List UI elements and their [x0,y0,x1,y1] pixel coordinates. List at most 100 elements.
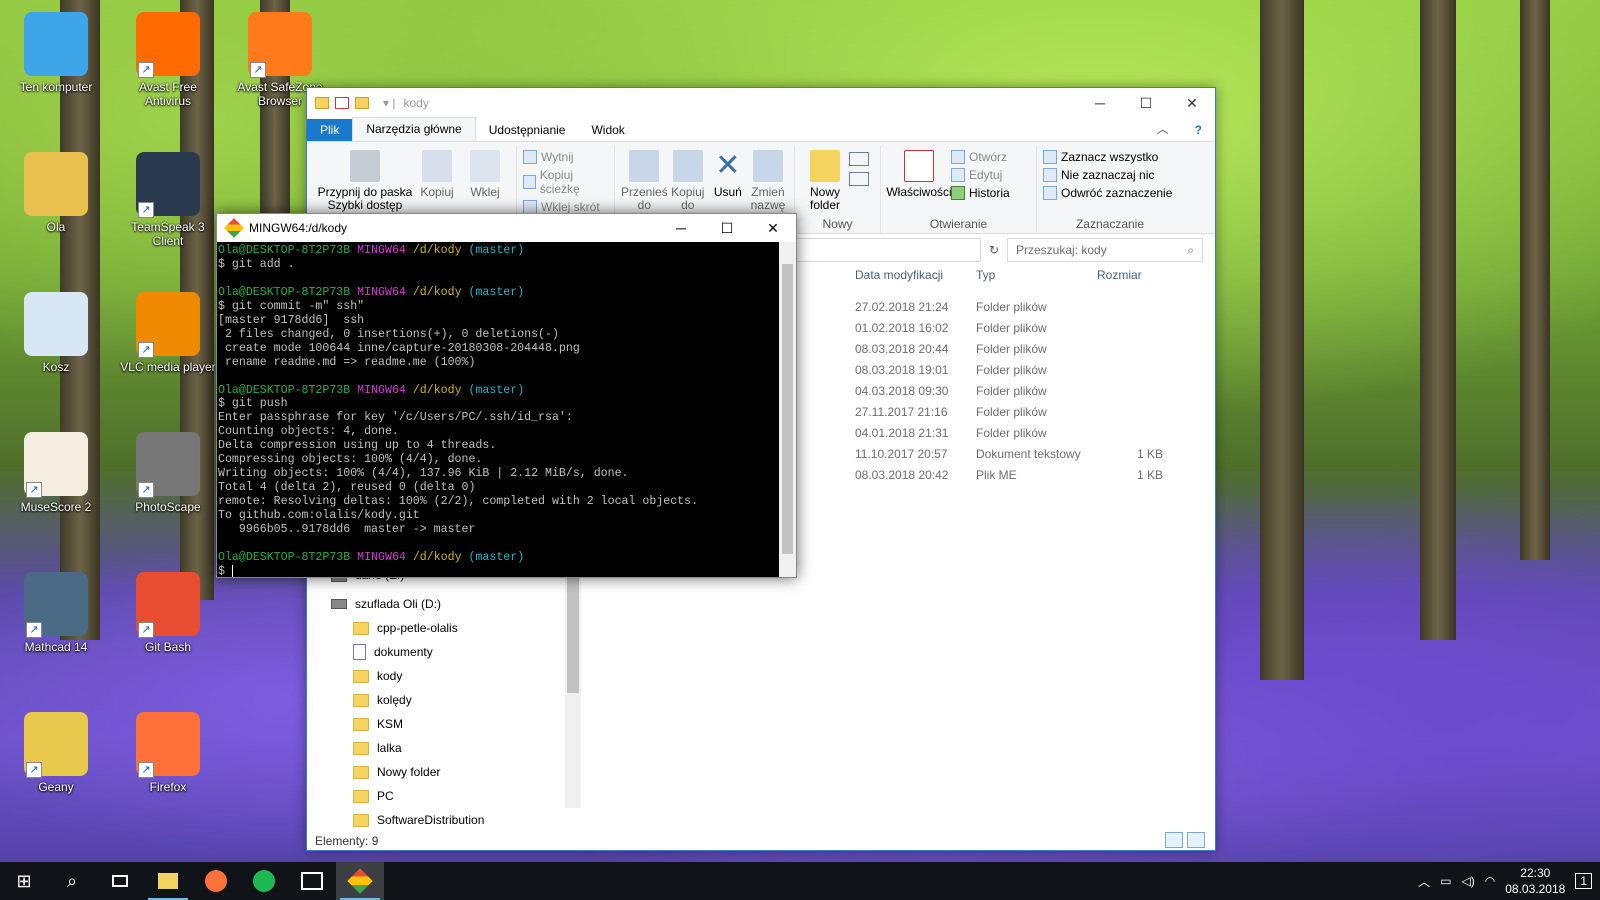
nav-folder-label: KSM [377,717,404,731]
desktop-icon[interactable]: ↗ TeamSpeak 3 Client [120,152,216,248]
shortcut-arrow-icon: ↗ [250,62,266,78]
minimize-button[interactable]: ─ [1077,88,1123,118]
nav-folder-item[interactable]: Nowy folder [323,760,588,784]
properties-quick-icon[interactable] [335,97,349,109]
clock[interactable]: 22:30 08.03.2018 [1505,865,1565,897]
desktop-icon[interactable]: ↗ Avast Free Antivirus [120,12,216,108]
terminal-output[interactable]: Ola@DESKTOP-8T2P73B MINGW64 /d/kody (mas… [217,242,779,577]
desktop-icon[interactable]: Kosz [8,292,104,374]
select-none-button[interactable]: Nie zaznaczaj nic [1043,168,1177,182]
nav-folder-label: Nowy folder [377,765,441,779]
desktop-icon[interactable]: ↗ Mathcad 14 [8,572,104,654]
col-type[interactable]: Typ [976,262,1097,288]
nav-scrollbar[interactable] [565,558,581,808]
task-view-button[interactable] [96,862,144,900]
cut-button[interactable]: Wytnij [523,150,608,164]
scroll-thumb[interactable] [567,568,579,693]
collapse-ribbon-icon[interactable]: ︿ [1144,116,1182,141]
folder-icon [353,717,369,731]
tab-file[interactable]: Plik [307,119,353,141]
desktop-icon[interactable]: Ten komputer [8,12,104,94]
paste-shortcut-button[interactable]: Wklej skrót [523,200,608,214]
history-button[interactable]: Historia [951,186,1029,200]
easy-access-icon[interactable] [849,172,869,186]
desktop-icon[interactable]: ↗ VLC media player [120,292,216,374]
file-row[interactable]: 04.01.2018 21:31 Folder plików [855,422,1163,443]
tab-home[interactable]: Narzędzia główne [352,117,476,141]
select-all-button[interactable]: Zaznacz wszystko [1043,150,1177,164]
large-icons-view-icon[interactable] [1187,832,1205,848]
tab-view[interactable]: Widok [578,119,637,141]
network-icon[interactable]: ▭ [1440,874,1451,888]
scroll-thumb[interactable] [782,264,793,554]
ribbon-tabs: Plik Narzędzia główne Udostępnianie Wido… [307,116,1215,142]
notifications-button[interactable]: 1 [1575,873,1592,889]
desktop-icon[interactable]: ↗ Firefox [120,712,216,794]
file-row[interactable]: 08.03.2018 20:44 Folder plików [855,338,1163,359]
new-item-icon[interactable] [849,152,869,166]
search-button[interactable]: ⌕ [48,862,96,900]
start-button[interactable]: ⊞ [0,862,48,900]
nav-folder-label: SoftwareDistribution [377,813,485,827]
taskbar-photos[interactable] [288,862,336,900]
desktop-icon[interactable]: Ola [8,152,104,234]
wifi-icon[interactable]: ◠ [1485,874,1495,888]
copy-path-button[interactable]: Kopiuj ścieżkę [523,168,608,196]
taskbar-git-bash[interactable] [336,862,384,900]
col-size[interactable]: Rozmiar [1097,262,1173,288]
desktop-icon[interactable]: ↗ PhotoScape [120,432,216,514]
desktop-icon-label: TeamSpeak 3 Client [131,220,205,248]
desktop-icon[interactable]: ↗ Git Bash [120,572,216,654]
details-view-icon[interactable] [1165,832,1183,848]
open-button[interactable]: Otwórz [951,150,1029,164]
help-icon[interactable]: ? [1182,119,1215,141]
nav-folder-label: lalka [377,741,402,755]
edit-button[interactable]: Edytuj [951,168,1029,182]
nav-folder-item[interactable]: kody [323,664,588,688]
file-row[interactable]: 11.10.2017 20:57 Dokument tekstowy 1 KB [855,443,1163,464]
desktop-icon[interactable]: ↗ MuseScore 2 [8,432,104,514]
maximize-button[interactable]: ☐ [1123,88,1169,118]
taskbar-firefox[interactable] [192,862,240,900]
tab-share[interactable]: Udostępnianie [476,119,579,141]
terminal-titlebar[interactable]: MINGW64:/d/kody ─ ☐ ✕ [217,214,796,242]
terminal-scrollbar[interactable] [779,242,796,577]
nav-drive-d[interactable]: szuflada Oli (D:) [323,592,588,616]
nav-folder-item[interactable]: kolędy [323,688,588,712]
refresh-icon[interactable]: ↻ [989,243,999,257]
file-row[interactable]: 27.11.2017 21:16 Folder plików [855,401,1163,422]
taskbar-spotify[interactable] [240,862,288,900]
explorer-titlebar[interactable]: ▾ | kody ─ ☐ ✕ [307,88,1215,118]
terminal-text: (master) [468,244,525,257]
nav-folder-item[interactable]: cpp-petle-olalis [323,616,588,640]
folder-icon [353,813,369,827]
file-list: 27.02.2018 21:24 Folder plików 01.02.2018 … [855,296,1163,485]
new-folder-quick-icon[interactable] [355,97,369,109]
invert-selection-icon [1043,186,1057,200]
show-hidden-icons[interactable]: ︿ [1418,873,1430,890]
file-row[interactable]: 27.02.2018 21:24 Folder plików [855,296,1163,317]
close-button[interactable]: ✕ [1169,88,1215,118]
invert-selection-button[interactable]: Odwróć zaznaczenie [1043,186,1177,200]
close-button[interactable]: ✕ [750,214,796,242]
file-row[interactable]: 01.02.2018 16:02 Folder plików [855,317,1163,338]
new-folder-icon [810,150,840,182]
file-row[interactable]: 08.03.2018 19:01 Folder plików [855,359,1163,380]
terminal-text: Counting objects: 4, done. [218,425,399,439]
search-box[interactable]: Przeszukaj: kody ⌕ [1007,238,1203,262]
spotify-icon [253,870,275,892]
taskbar-explorer[interactable] [144,862,192,900]
file-row[interactable]: 08.03.2018 20:42 Plik ME 1 KB [855,464,1163,485]
nav-folder-item[interactable]: dokumenty [323,640,588,664]
nav-folder-item[interactable]: lalka [323,736,588,760]
desktop-icon[interactable]: ↗ Geany [8,712,104,794]
minimize-button[interactable]: ─ [658,214,704,242]
file-type: Folder plików [976,425,1047,440]
nav-folder-item[interactable]: PC [323,784,588,808]
maximize-button[interactable]: ☐ [704,214,750,242]
col-date[interactable]: Data modyfikacji [855,262,976,288]
volume-icon[interactable]: ◁) [1462,874,1475,888]
nav-folder-item[interactable]: KSM [323,712,588,736]
file-row[interactable]: 04.03.2018 09:30 Folder plików [855,380,1163,401]
nav-folder-item[interactable]: SoftwareDistribution [323,808,588,832]
